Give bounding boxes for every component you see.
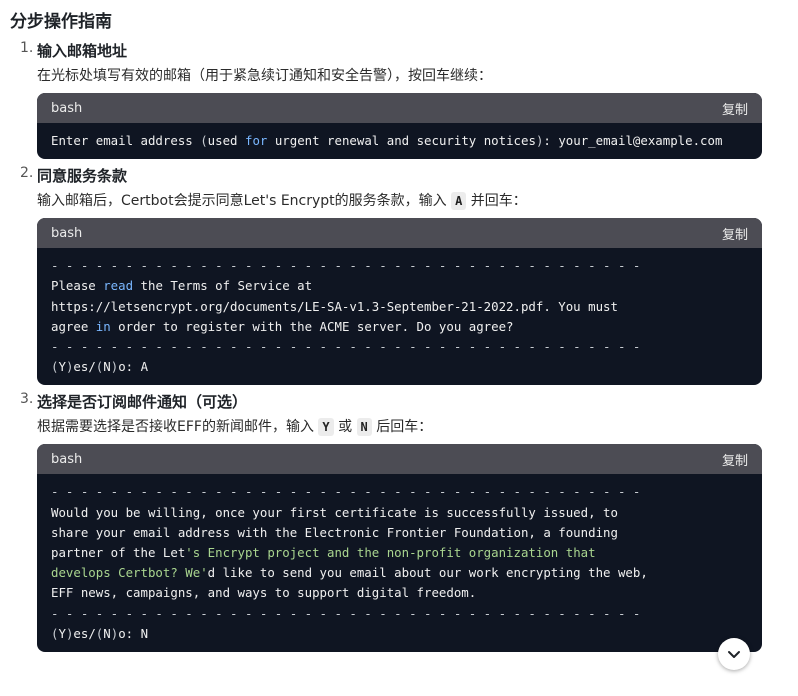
step-number: 2. (20, 165, 34, 182)
code-header: bash 复制 (37, 93, 762, 123)
step-title: 选择是否订阅邮件通知（可选） (37, 393, 248, 412)
scroll-to-bottom-button[interactable] (718, 638, 750, 670)
code-language-label: bash (51, 451, 83, 467)
copy-button[interactable]: 复制 (722, 99, 748, 118)
step-number: 3. (20, 391, 34, 408)
step-description: 根据需要选择是否接收EFF的新闻邮件，输入 Y 或 N 后回车： (37, 418, 433, 437)
step-3: 3. 选择是否订阅邮件通知（可选） 根据需要选择是否接收EFF的新闻邮件，输入 … (10, 391, 762, 653)
step-number: 1. (20, 40, 34, 56)
step-1: 1. 输入邮箱地址 在光标处填写有效的邮箱（用于紧急续订通知和安全告警），按回车… (10, 40, 762, 160)
code-block: bash 复制 Enter email address (used for ur… (37, 93, 762, 160)
code-block: bash 复制 - - - - - - - - - - - - - - - - … (37, 218, 762, 386)
key-badge: A (451, 192, 467, 211)
key-badge: Y (318, 418, 334, 437)
code-header: bash 复制 (37, 218, 762, 249)
step-description: 输入邮箱后，Certbot会提示同意Let's Encrypt的服务条款，输入 … (37, 192, 527, 211)
step-title: 输入邮箱地址 (37, 42, 128, 60)
code-language-label: bash (51, 225, 83, 241)
code-content[interactable]: - - - - - - - - - - - - - - - - - - - - … (37, 474, 762, 652)
code-content[interactable]: - - - - - - - - - - - - - - - - - - - - … (37, 248, 762, 385)
page-heading: 分步操作指南 (10, 12, 112, 32)
chevron-down-icon (728, 651, 740, 658)
step-2: 2. 同意服务条款 输入邮箱后，Certbot会提示同意Let's Encryp… (10, 165, 762, 386)
code-language-label: bash (51, 100, 83, 116)
copy-button[interactable]: 复制 (722, 224, 748, 243)
code-header: bash 复制 (37, 444, 762, 475)
code-content[interactable]: Enter email address (used for urgent ren… (37, 123, 762, 159)
copy-button[interactable]: 复制 (722, 450, 748, 469)
code-block: bash 复制 - - - - - - - - - - - - - - - - … (37, 444, 762, 653)
step-description: 在光标处填写有效的邮箱（用于紧急续订通知和安全告警），按回车继续： (37, 68, 492, 84)
steps-list: 1. 输入邮箱地址 在光标处填写有效的邮箱（用于紧急续订通知和安全告警），按回车… (10, 40, 762, 653)
guide-content: 分步操作指南 1. 输入邮箱地址 在光标处填写有效的邮箱（用于紧急续订通知和安全… (0, 0, 798, 653)
key-badge: N (356, 418, 372, 437)
step-title: 同意服务条款 (37, 167, 128, 186)
